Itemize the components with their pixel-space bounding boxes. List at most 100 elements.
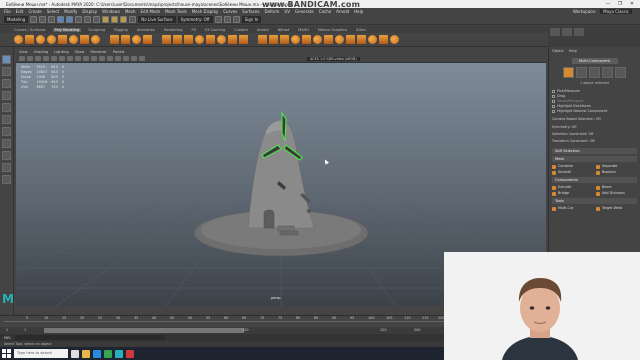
ambient-occlusion-icon[interactable] <box>123 56 129 61</box>
shelf-tab[interactable]: Bifrost <box>276 28 292 32</box>
menu-curves[interactable]: Curves <box>223 9 237 14</box>
playback-start-field[interactable]: 1 <box>24 328 26 332</box>
option-row[interactable]: Highlight Nearest Component <box>552 109 637 114</box>
target-weld-button[interactable]: Target Weld <box>596 206 637 211</box>
menu-file[interactable]: File <box>4 9 11 14</box>
uv-editor-icon[interactable] <box>258 35 267 44</box>
smooth-icon[interactable] <box>132 35 141 44</box>
combine-icon[interactable] <box>110 35 119 44</box>
maya-taskbar-icon[interactable] <box>115 349 123 358</box>
panel-menu-show[interactable]: Show <box>75 50 85 54</box>
face-mode-icon[interactable] <box>602 67 613 78</box>
vertex-mode-icon[interactable] <box>576 67 587 78</box>
menuset-select[interactable]: Modeling <box>4 16 29 23</box>
menu-generate[interactable]: Generate <box>295 9 314 14</box>
components-section[interactable]: Components <box>552 177 637 183</box>
selection-constraint[interactable]: Selection Constraint: Off <box>552 132 637 137</box>
symmetry-setting[interactable]: Symmetry: Off <box>552 125 637 130</box>
poly-cube-icon[interactable] <box>25 35 34 44</box>
windows-start-icon[interactable] <box>2 349 11 358</box>
add-divisions-button[interactable]: Add Divisions <box>596 191 637 196</box>
snap-surface-icon[interactable] <box>129 16 137 23</box>
move-tool-icon[interactable] <box>2 91 11 100</box>
poly-cone-icon[interactable] <box>47 35 56 44</box>
lasso-tool-icon[interactable] <box>2 67 11 76</box>
freeze-icon[interactable] <box>390 35 399 44</box>
layout-uv-icon[interactable] <box>324 35 333 44</box>
textured-icon[interactable] <box>99 56 105 61</box>
redo-icon[interactable] <box>66 16 74 23</box>
paint-select-icon[interactable] <box>2 79 11 88</box>
save-scene-icon[interactable] <box>48 16 56 23</box>
attribute-editor-tab-icon[interactable] <box>562 28 572 36</box>
checkbox[interactable] <box>552 95 555 98</box>
menu-mesh-tools[interactable]: Mesh Tools <box>165 9 187 14</box>
automatic-map-icon[interactable] <box>280 35 289 44</box>
shelf-tab[interactable]: Arnold <box>255 28 271 32</box>
shelf-tab[interactable]: XGen <box>354 28 368 32</box>
symmetry-select[interactable]: Symmetry: Off <box>177 16 213 23</box>
rotate-tool-icon[interactable] <box>2 103 11 112</box>
shadows-icon[interactable] <box>115 56 121 61</box>
animation-end-field[interactable]: 200 <box>414 328 420 332</box>
sign-in-button[interactable]: Sign In <box>241 16 262 23</box>
minimize-button[interactable]: — <box>602 0 614 8</box>
maximize-button[interactable]: ❐ <box>614 0 626 8</box>
boolean-icon[interactable] <box>143 35 152 44</box>
snap-grid-icon[interactable] <box>102 16 110 23</box>
menu-edit-mesh[interactable]: Edit Mesh <box>141 9 161 14</box>
shelf-tab[interactable]: Animation <box>135 28 157 32</box>
boolean-button[interactable]: Boolean <box>596 170 637 175</box>
ipr-render-icon[interactable] <box>223 16 231 23</box>
range-start-field[interactable]: 1 <box>6 328 8 332</box>
shelf-tab[interactable]: Curves / Surfaces <box>12 28 48 32</box>
modeling-toolkit-tab-icon[interactable] <box>574 28 584 36</box>
select-camera-icon[interactable] <box>19 56 25 61</box>
menu-arnold[interactable]: Arnold <box>336 9 349 14</box>
menu-mesh-display[interactable]: Mesh Display <box>192 9 219 14</box>
live-surface-field[interactable]: No Live Surface <box>138 16 176 23</box>
four-view-icon[interactable] <box>2 151 11 160</box>
shelf-tab-active[interactable]: Poly Modeling <box>52 27 82 32</box>
playback-end-field[interactable]: 120 <box>380 328 386 332</box>
single-perspective-icon[interactable] <box>2 139 11 148</box>
multi-cut-icon[interactable] <box>228 35 237 44</box>
menu-help[interactable]: Help <box>354 9 363 14</box>
menu-uv[interactable]: UV <box>284 9 290 14</box>
checkbox[interactable] <box>552 90 555 93</box>
menu-modify[interactable]: Modify <box>64 9 77 14</box>
checkbox[interactable] <box>552 105 555 108</box>
mirror-icon[interactable] <box>379 35 388 44</box>
shelf-tab[interactable]: Rigging <box>112 28 130 32</box>
image-plane-icon[interactable] <box>43 56 49 61</box>
planar-map-icon[interactable] <box>269 35 278 44</box>
edge-mode-icon[interactable] <box>589 67 600 78</box>
wireframe-on-shaded-icon[interactable] <box>91 56 97 61</box>
lock-camera-icon[interactable] <box>27 56 33 61</box>
edge-browser-icon[interactable] <box>93 349 101 358</box>
checkbox[interactable] <box>552 110 555 113</box>
transform-constraint[interactable]: Transform Constraint: Off <box>552 139 637 144</box>
target-weld-icon[interactable] <box>239 35 248 44</box>
shelf-tab[interactable]: Custom <box>232 28 250 32</box>
undo-icon[interactable] <box>57 16 65 23</box>
mesh-section[interactable]: Mesh <box>552 156 637 162</box>
taskbar-search-input[interactable]: Type here to search <box>14 349 68 358</box>
bridge-icon[interactable] <box>173 35 182 44</box>
soften-edge-icon[interactable] <box>335 35 344 44</box>
panel-menu-shading[interactable]: Shading <box>34 50 49 54</box>
combine-button[interactable]: Combine <box>552 164 593 169</box>
reduce-icon[interactable] <box>357 35 366 44</box>
isolate-select-icon[interactable] <box>131 56 137 61</box>
poly-torus-icon[interactable] <box>69 35 78 44</box>
sew-uv-icon[interactable] <box>302 35 311 44</box>
channel-box-tab-icon[interactable] <box>550 28 560 36</box>
shelf-tab[interactable]: MASH <box>296 28 311 32</box>
toolkit-menu-help[interactable]: Help <box>569 49 577 53</box>
menu-mesh[interactable]: Mesh <box>125 9 136 14</box>
shelf-tab[interactable]: Sculpting <box>86 28 107 32</box>
panel-menu-view[interactable]: View <box>19 50 28 54</box>
grid-icon[interactable] <box>51 56 57 61</box>
cut-uv-icon[interactable] <box>291 35 300 44</box>
extrude-button[interactable]: Extrude <box>552 185 593 190</box>
